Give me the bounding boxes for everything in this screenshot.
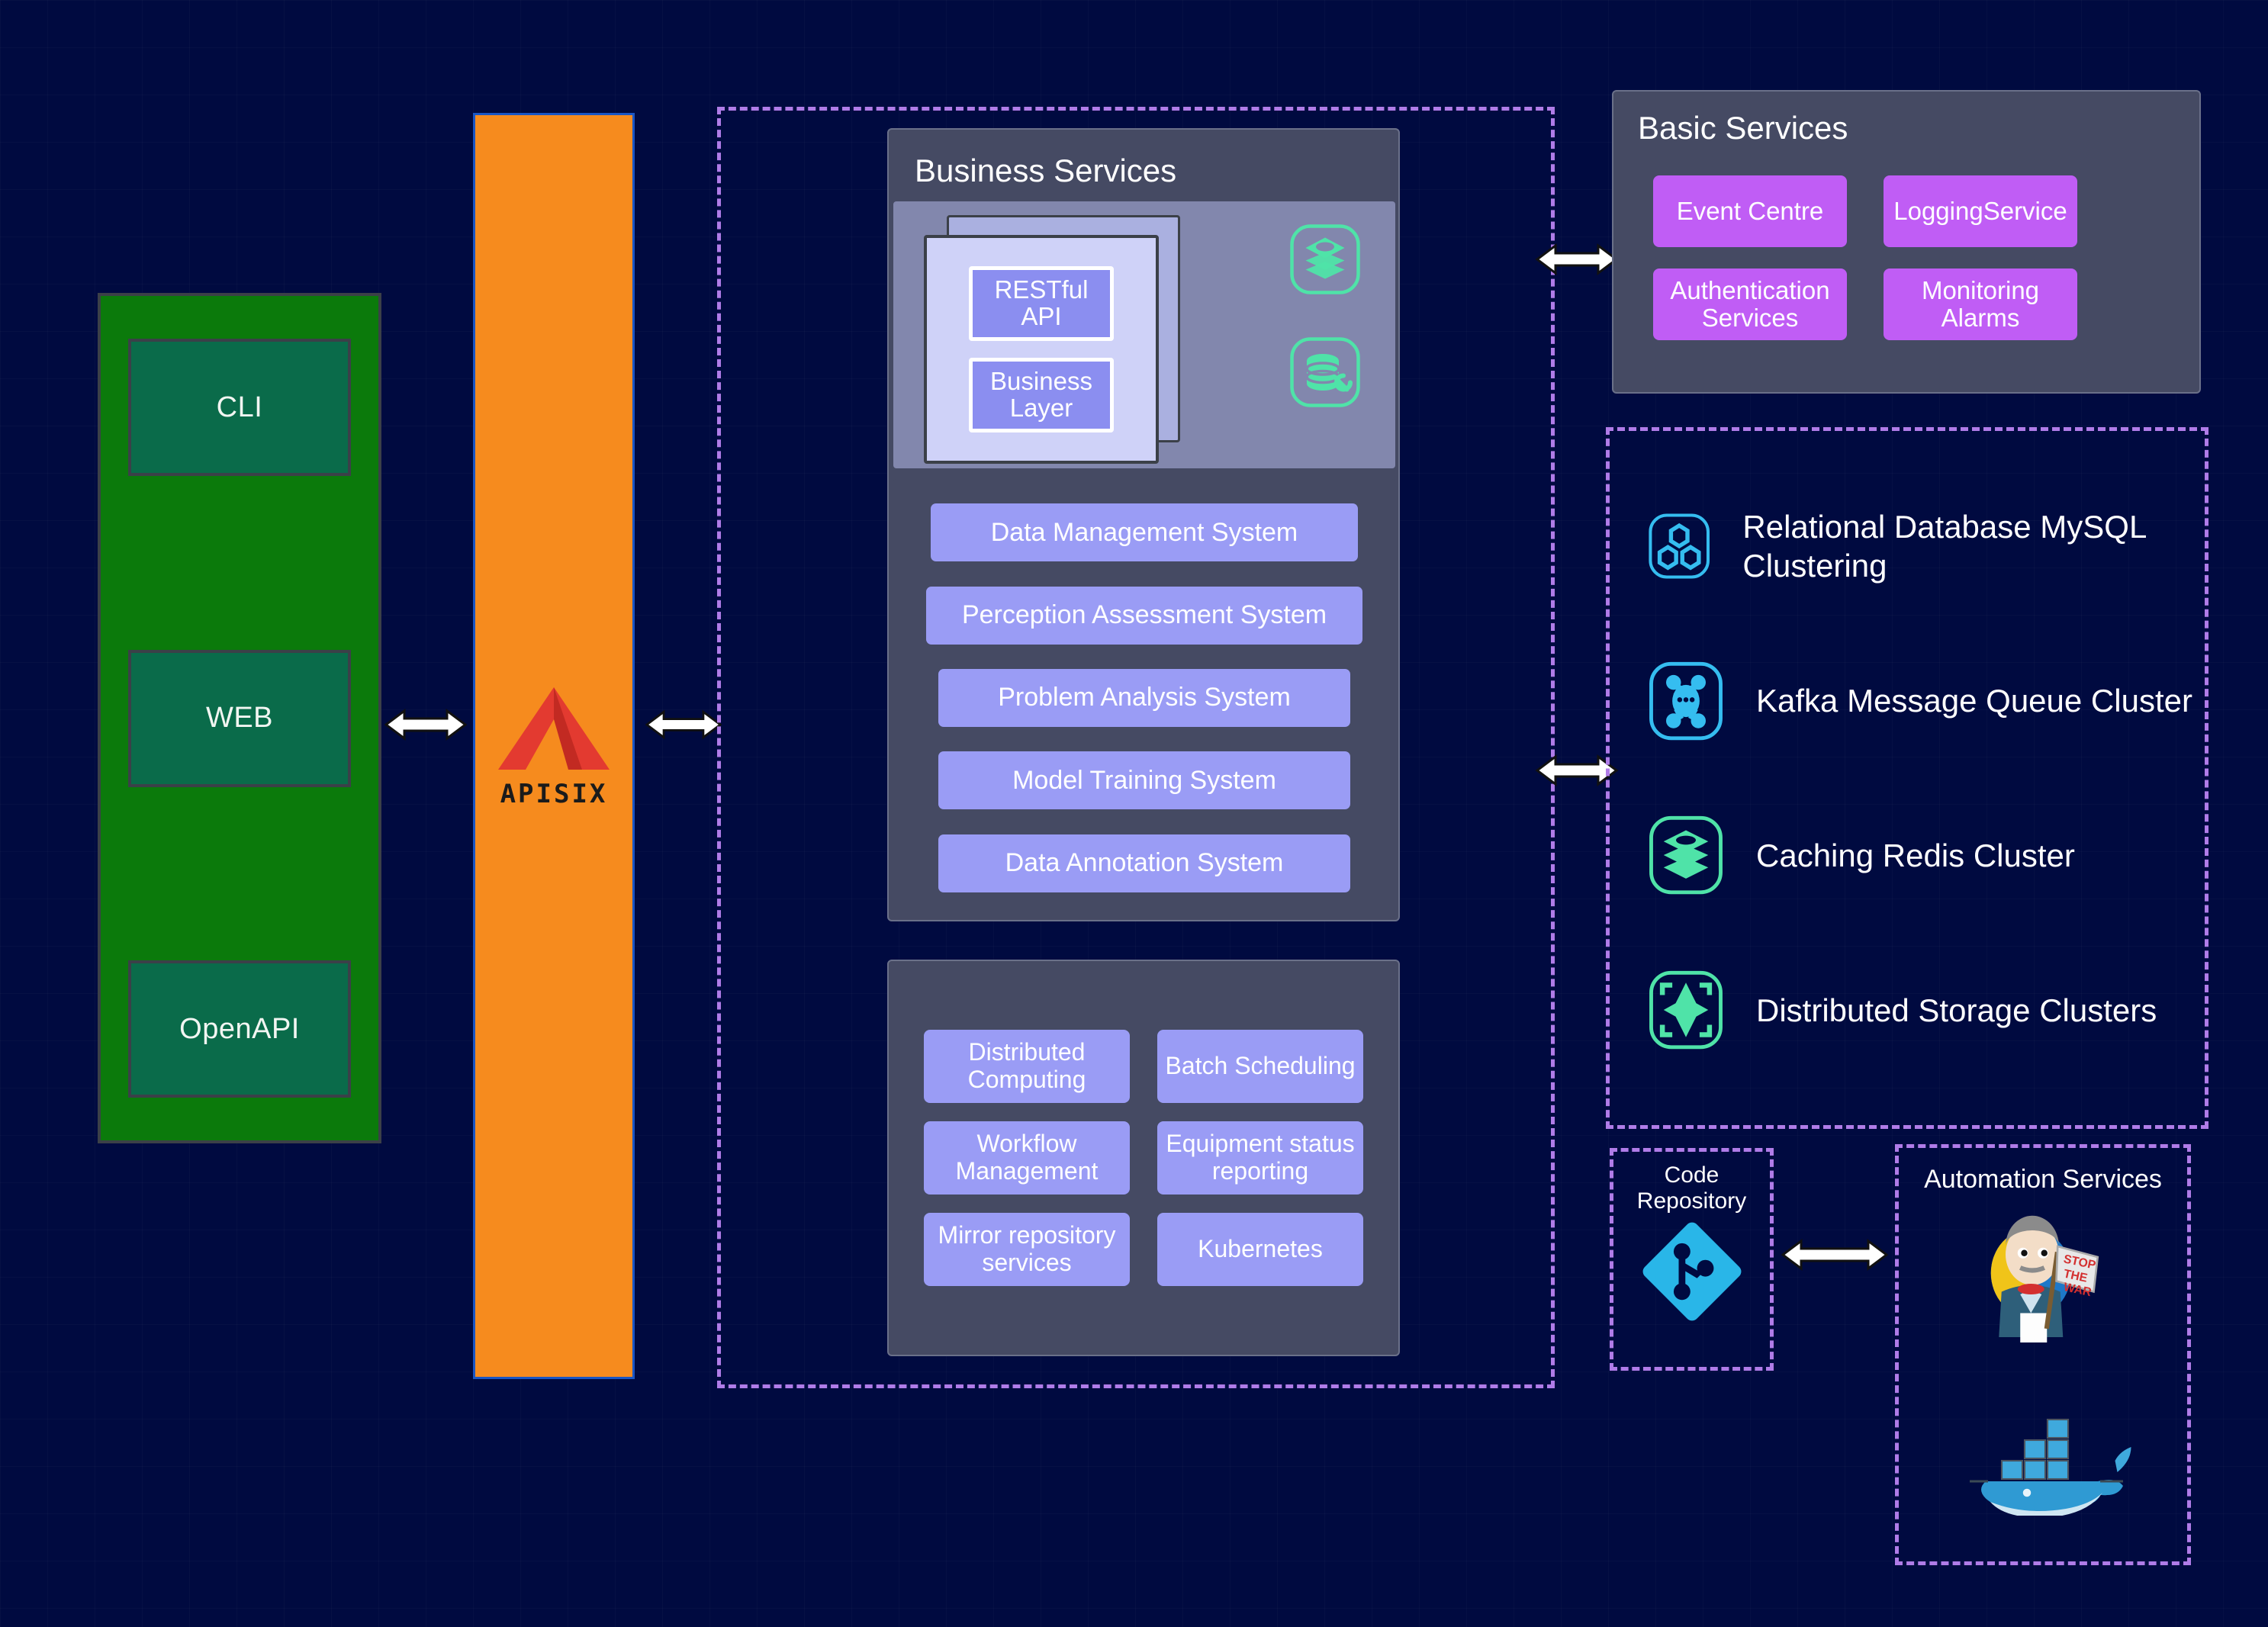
apisix-logo-icon [498, 687, 610, 770]
infra-label: Relational Database MySQL Clustering [1742, 508, 2146, 584]
infra-row-redis[interactable]: Caching Redis Cluster [1646, 815, 2205, 895]
database-wrench-icon [1290, 337, 1360, 407]
system-pill[interactable]: Model Training System [938, 751, 1350, 810]
business-layer-box[interactable]: Business Layer [969, 358, 1114, 432]
basic-services-title: Basic Services [1638, 110, 1848, 146]
restful-api-label: RESTful API [994, 275, 1089, 330]
service-card-front[interactable]: RESTful API Business Layer [924, 235, 1159, 464]
kafka-icon [1649, 661, 1723, 740]
code-repository-label: Code Repository [1636, 1162, 1747, 1214]
client-label: CLI [216, 391, 263, 423]
infra-row-relational-database[interactable]: Relational Database MySQL Clustering [1646, 506, 2205, 586]
platform-services-grid: Distributed Computing Batch Scheduling W… [924, 1030, 1363, 1286]
infra-row-kafka[interactable]: Kafka Message Queue Cluster [1646, 661, 2205, 741]
infra-label: Caching Redis Cluster [1756, 837, 2075, 873]
apisix-wordmark: APISIX [500, 779, 608, 809]
client-box-openapi[interactable]: OpenAPI [128, 960, 351, 1098]
basic-services-panel: Basic Services Event Centre LoggingServi… [1612, 90, 2201, 394]
basic-box-event-centre[interactable]: Event Centre [1653, 175, 1847, 247]
platform-box-workflow-management[interactable]: Workflow Management [924, 1121, 1130, 1195]
system-label: Model Training System [1012, 765, 1276, 795]
platform-box-distributed-computing[interactable]: Distributed Computing [924, 1030, 1130, 1103]
platform-label: Mirror repository services [938, 1221, 1116, 1276]
platform-label: Distributed Computing [967, 1038, 1086, 1093]
platform-label: Workflow Management [955, 1130, 1099, 1185]
code-repository-zone: Code Repository [1610, 1148, 1774, 1371]
platform-label: Kubernetes [1198, 1235, 1323, 1263]
system-pill[interactable]: Data Annotation System [938, 834, 1350, 892]
client-box-web[interactable]: WEB [128, 649, 351, 787]
basic-services-grid: Event Centre LoggingService Authenticati… [1653, 175, 2077, 340]
basic-box-monitoring-alarms[interactable]: Monitoring Alarms [1884, 268, 2077, 340]
client-label: WEB [205, 702, 274, 734]
apisix-gateway-bar[interactable]: APISIX [473, 113, 635, 1379]
basic-label: Monitoring Alarms [1921, 275, 2040, 332]
infra-row-distributed-storage[interactable]: Distributed Storage Clusters [1646, 970, 2205, 1050]
system-pill[interactable]: Problem Analysis System [938, 668, 1350, 727]
client-box-cli[interactable]: CLI [128, 339, 351, 476]
basic-box-authentication-services[interactable]: Authentication Services [1653, 268, 1847, 340]
git-icon [1642, 1222, 1741, 1321]
client-label: OpenAPI [179, 1012, 300, 1045]
system-label: Data Management System [990, 517, 1298, 547]
jenkins-icon: STOP THE WAR [1990, 1215, 2099, 1342]
platform-box-batch-scheduling[interactable]: Batch Scheduling [1157, 1030, 1363, 1103]
distributed-storage-icon [1649, 971, 1723, 1050]
business-services-icon-column [1288, 223, 1362, 409]
platform-box-equipment-status-reporting[interactable]: Equipment status reporting [1157, 1121, 1363, 1195]
data-infrastructure-zone: Relational Database MySQL Clustering Kaf… [1606, 427, 2208, 1129]
connector-platform-basic-services [1535, 236, 1619, 282]
connector-gateway-platform [645, 702, 722, 748]
business-services-panel: Business Services RESTful API Business L… [887, 128, 1400, 921]
connector-repo-automation [1781, 1232, 1888, 1278]
connector-client-gateway [384, 702, 467, 748]
business-services-title: Business Services [915, 153, 1177, 188]
basic-label: LoggingService [1893, 196, 2067, 225]
basic-box-logging-service[interactable]: LoggingService [1884, 175, 2077, 247]
platform-label: Batch Scheduling [1165, 1052, 1356, 1080]
business-services-top-card: RESTful API Business Layer [893, 201, 1395, 468]
business-systems-list: Data Management System Perception Assess… [893, 479, 1395, 917]
platform-box-mirror-repository-services[interactable]: Mirror repository services [924, 1213, 1130, 1286]
platform-label: Equipment status reporting [1166, 1130, 1355, 1185]
platform-services-panel: Distributed Computing Batch Scheduling W… [887, 960, 1400, 1356]
basic-label: Authentication Services [1670, 275, 1830, 332]
system-pill[interactable]: Data Management System [931, 503, 1358, 562]
infra-label: Kafka Message Queue Cluster [1756, 682, 2192, 719]
system-label: Problem Analysis System [998, 683, 1291, 712]
hexagon-cluster-icon [1649, 513, 1710, 579]
client-access-panel: CLI WEB OpenAPI [98, 293, 381, 1143]
restful-api-box[interactable]: RESTful API [969, 266, 1114, 341]
infra-label: Distributed Storage Clusters [1756, 992, 2157, 1028]
business-layer-label: Business Layer [990, 367, 1092, 422]
basic-label: Event Centre [1676, 196, 1824, 225]
system-label: Data Annotation System [1005, 848, 1284, 878]
automation-services-title: Automation Services [1924, 1165, 2162, 1194]
docker-icon [1970, 1418, 2131, 1516]
redis-layers-icon [1649, 816, 1723, 895]
platform-box-kubernetes[interactable]: Kubernetes [1157, 1213, 1363, 1286]
automation-services-zone: Automation Services STOP THE WAR [1895, 1144, 2191, 1565]
system-label: Perception Assessment System [961, 600, 1327, 630]
layers-stack-icon [1290, 224, 1360, 294]
data-infrastructure-list: Relational Database MySQL Clustering Kaf… [1610, 431, 2205, 1125]
system-pill[interactable]: Perception Assessment System [926, 586, 1362, 645]
